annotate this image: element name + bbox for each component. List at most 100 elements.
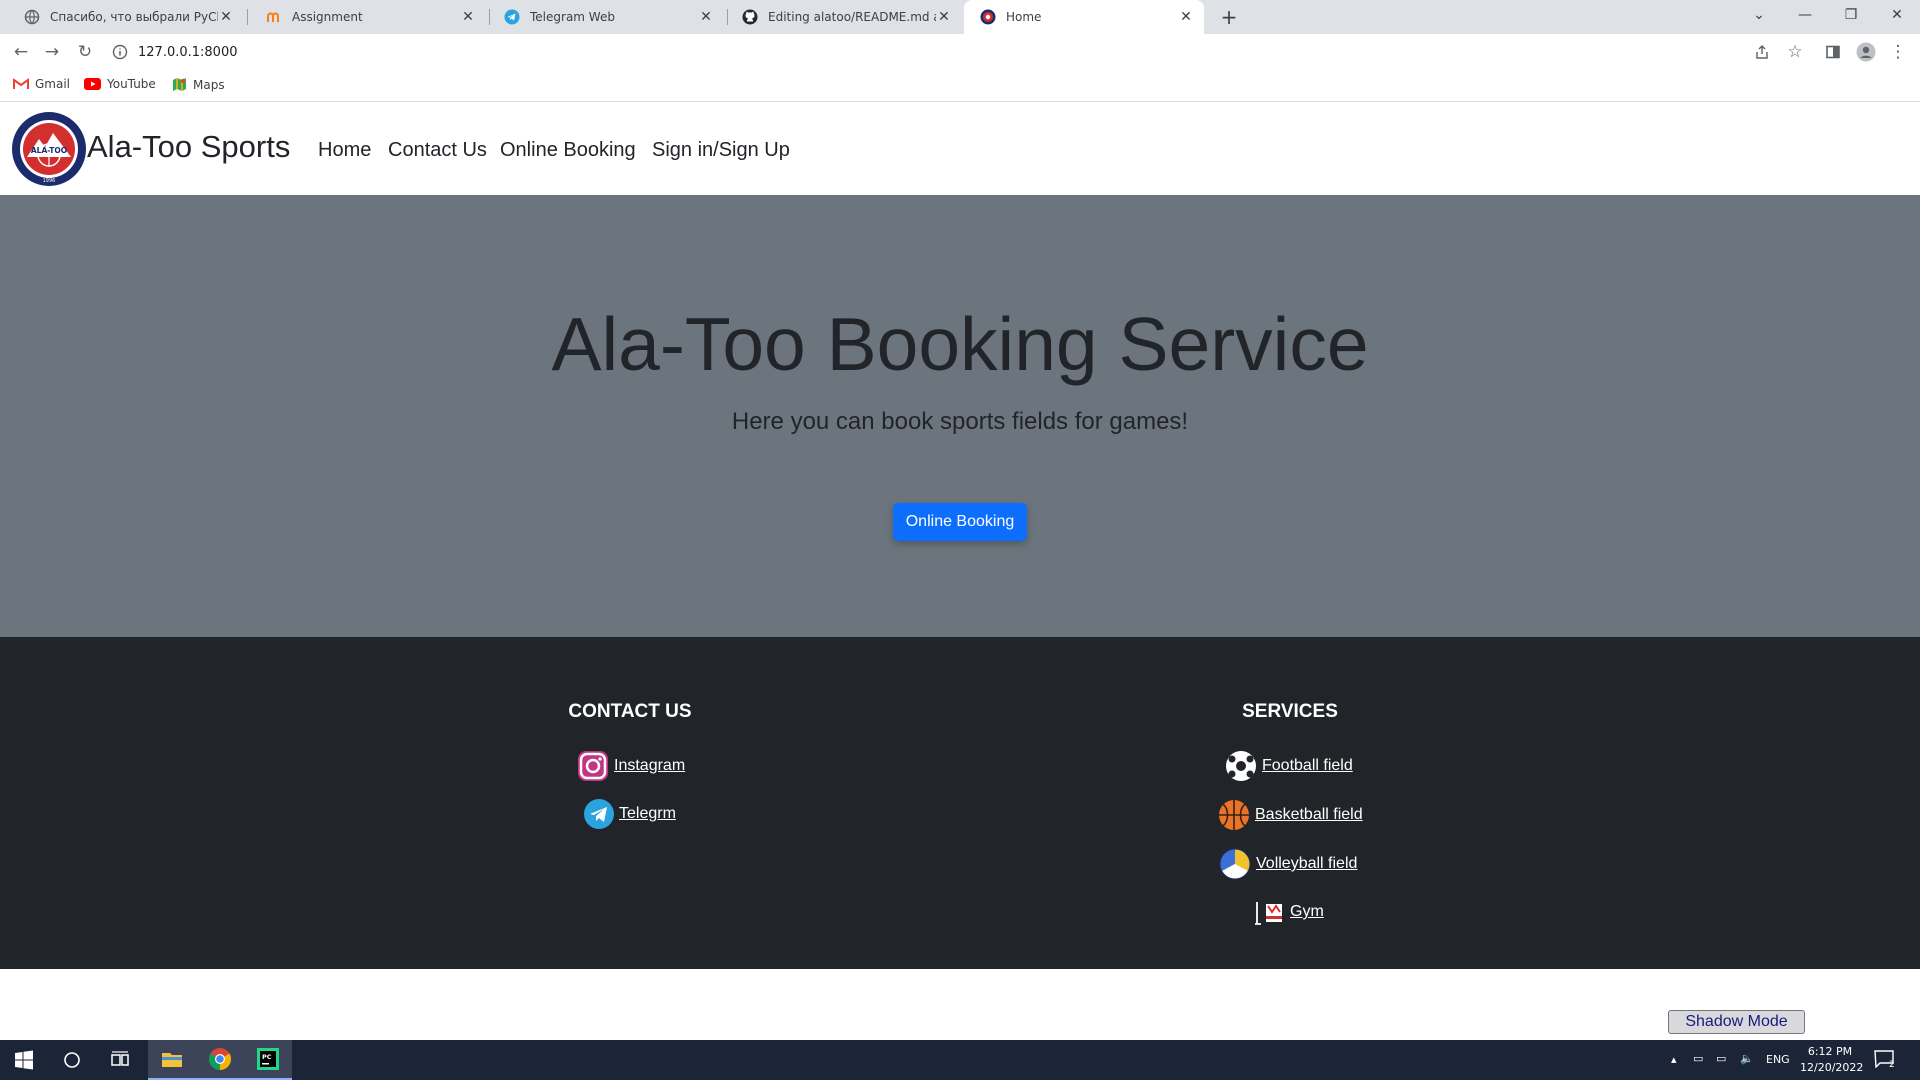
basketball-icon [1219, 800, 1249, 830]
telegram-icon [504, 9, 520, 25]
tray-expand-icon[interactable]: ▴ [1671, 1053, 1677, 1066]
browser-tab-github[interactable]: Editing alatoo/README.md at ma ✕ [726, 0, 962, 34]
bookmark-label: Maps [193, 77, 225, 92]
browser-toolbar: ← → ↻ 127.0.0.1:8000 ☆ ⋮ [0, 34, 1920, 70]
ala-too-logo[interactable]: ALA-TOO 1996 [11, 111, 87, 187]
browser-tab-home[interactable]: Home ✕ [964, 0, 1204, 34]
tab-title: Assignment [292, 10, 363, 24]
services-heading: SERVICES [1242, 701, 1338, 722]
volume-icon[interactable]: 🔈 [1740, 1052, 1754, 1065]
gmail-icon [13, 78, 29, 89]
logo-text: ALA-TOO [31, 146, 67, 155]
online-booking-button[interactable]: Online Booking [893, 503, 1027, 541]
minimize-button[interactable]: — [1782, 0, 1828, 30]
task-view-icon[interactable] [96, 1040, 144, 1080]
side-panel-icon[interactable] [1821, 40, 1845, 64]
clock-date: 12/20/2022 [1800, 1061, 1864, 1074]
nav-contact-us[interactable]: Contact Us [388, 139, 487, 162]
chrome-icon[interactable] [196, 1040, 244, 1080]
tab-separator [247, 9, 248, 25]
site-footer: CONTACT US Instagram Telegrm SERVICES Fo… [0, 637, 1920, 969]
basketball-link-text: Basketball field [1255, 806, 1363, 823]
globe-icon [24, 9, 40, 25]
alatoo-logo-icon [980, 9, 996, 25]
close-tab-icon[interactable]: ✕ [936, 9, 952, 25]
nav-online-booking[interactable]: Online Booking [500, 139, 636, 162]
share-icon[interactable] [1750, 40, 1774, 64]
maps-icon [173, 78, 186, 91]
gym-link[interactable]: Gym [1254, 896, 1324, 928]
site-brand[interactable]: Ala-Too Sports [87, 129, 290, 165]
forward-arrow-icon[interactable]: → [40, 40, 64, 64]
shadow-mode-button[interactable]: Shadow Mode [1668, 1010, 1805, 1034]
close-tab-icon[interactable]: ✕ [460, 9, 476, 25]
youtube-icon [84, 78, 101, 90]
volleyball-link-text: Volleyball field [1256, 855, 1358, 872]
close-tab-icon[interactable]: ✕ [218, 9, 234, 25]
reload-icon[interactable]: ↻ [73, 40, 97, 64]
volleyball-field-link[interactable]: Volleyball field [1218, 847, 1357, 881]
football-link-text: Football field [1262, 757, 1353, 774]
back-arrow-icon[interactable]: ← [9, 40, 33, 64]
logo-year: 1996 [43, 178, 56, 184]
browser-menu-icon[interactable]: ⋮ [1886, 40, 1910, 64]
url-text: 127.0.0.1:8000 [138, 44, 238, 60]
bookmark-label: YouTube [107, 77, 156, 91]
clock[interactable]: 6:12 PM 12/20/2022 [1800, 1044, 1864, 1076]
new-tab-button[interactable]: + [1216, 4, 1242, 30]
tab-title: Home [1006, 10, 1042, 24]
windows-taskbar: PC ▴ ▭ ▭ 🔈 ENG 6:12 PM 12/20/2022 2 [0, 1040, 1920, 1080]
svg-text:PC: PC [262, 1053, 272, 1061]
football-field-link[interactable]: Football field [1224, 749, 1353, 783]
github-icon [742, 9, 758, 25]
site-navbar: ALA-TOO 1996 Ala-Too Sports Home Contact… [0, 103, 1920, 195]
network-icon[interactable]: ▭ [1716, 1052, 1726, 1065]
instagram-icon [578, 751, 608, 781]
hero-section: Ala-Too Booking Service Here you can boo… [0, 195, 1920, 637]
language-indicator[interactable]: ENG [1766, 1053, 1790, 1066]
bookmark-maps[interactable]: Maps [172, 77, 225, 92]
volleyball-icon [1219, 848, 1251, 880]
close-window-button[interactable]: ✕ [1874, 0, 1920, 30]
contact-us-heading: CONTACT US [568, 701, 692, 722]
instagram-link[interactable]: Instagram [576, 749, 685, 783]
search-circle-icon[interactable] [48, 1040, 96, 1080]
hero-title: Ala-Too Booking Service [551, 302, 1369, 386]
telegram-icon [584, 799, 614, 829]
gym-icon [1255, 902, 1282, 925]
moodle-icon [267, 12, 279, 22]
browser-tab-telegram[interactable]: Telegram Web ✕ [488, 0, 724, 34]
football-icon [1226, 751, 1256, 781]
browser-tab-strip: Спасибо, что выбрали PyCharm ✕ Assignmen… [0, 0, 1920, 34]
nav-home[interactable]: Home [318, 139, 371, 162]
bookmark-gmail[interactable]: Gmail [13, 77, 70, 91]
clock-time: 6:12 PM [1807, 1045, 1853, 1058]
bookmarks-bar: Gmail YouTube Maps [0, 70, 1920, 102]
telegram-link[interactable]: Telegrm [583, 798, 676, 830]
browser-tab-pycharm[interactable]: Спасибо, что выбрали PyCharm ✕ [8, 0, 244, 34]
file-explorer-icon[interactable] [148, 1040, 196, 1080]
close-tab-icon[interactable]: ✕ [1178, 9, 1194, 25]
browser-tab-assignment[interactable]: Assignment ✕ [250, 0, 486, 34]
address-bar[interactable]: 127.0.0.1:8000 [112, 38, 1792, 66]
close-tab-icon[interactable]: ✕ [698, 9, 714, 25]
notification-count: 2 [1889, 1060, 1895, 1070]
pycharm-icon[interactable]: PC [244, 1040, 292, 1080]
nav-sign-in-sign-up[interactable]: Sign in/Sign Up [652, 139, 790, 162]
basketball-field-link[interactable]: Basketball field [1217, 798, 1363, 832]
bookmark-label: Gmail [35, 77, 71, 91]
restore-button[interactable]: ❐ [1828, 0, 1874, 30]
instagram-link-text: Instagram [614, 757, 686, 774]
tab-title: Telegram Web [530, 10, 615, 24]
tablet-icon[interactable]: ▭ [1693, 1052, 1703, 1065]
profile-avatar-icon[interactable] [1854, 40, 1878, 64]
tab-title: Спасибо, что выбрали PyCharm [50, 10, 218, 24]
tab-title: Editing alatoo/README.md at ma [768, 10, 936, 24]
bookmark-star-icon[interactable]: ☆ [1783, 40, 1807, 64]
windows-start-icon[interactable] [0, 1040, 48, 1080]
tab-search-chevron-icon[interactable]: ⌄ [1736, 0, 1782, 30]
hero-subtitle: Here you can book sports fields for game… [731, 408, 1189, 435]
bookmark-youtube[interactable]: YouTube [84, 77, 156, 91]
telegram-link-text: Telegrm [619, 805, 676, 822]
info-icon [112, 44, 128, 60]
